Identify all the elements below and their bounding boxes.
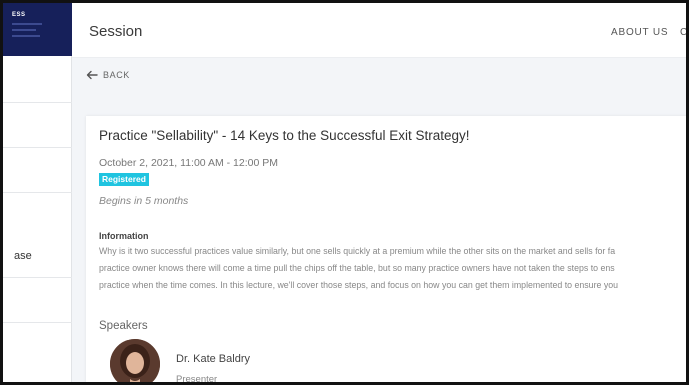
brand-logo[interactable]: ESS — [3, 3, 72, 56]
logo-line — [12, 29, 36, 31]
sidebar-item[interactable] — [3, 279, 72, 323]
sidebar-item[interactable] — [3, 59, 72, 103]
sidebar-item[interactable] — [3, 104, 72, 148]
back-link[interactable]: BACK — [86, 70, 130, 80]
session-card: Practice "Sellability" - 14 Keys to the … — [86, 116, 686, 385]
sidebar-item-label: ase — [14, 249, 32, 262]
sidebar-item[interactable]: ase — [3, 234, 72, 278]
nav-about-us[interactable]: ABOUT US — [611, 27, 668, 38]
status-badge: Registered — [99, 173, 149, 186]
sidebar: ESS ase — [3, 3, 72, 382]
main-content: BACK Practice "Sellability" - 14 Keys to… — [72, 58, 686, 385]
person-photo-icon — [110, 339, 160, 382]
logo-line — [12, 23, 42, 25]
information-line: practice owner knows there will come a t… — [99, 263, 615, 273]
information-line: Why is it two successful practices value… — [99, 246, 616, 256]
back-label: BACK — [103, 70, 130, 80]
top-header: Session ABOUT US C — [72, 3, 686, 58]
begins-in-text: Begins in 5 months — [99, 195, 189, 207]
sidebar-item[interactable] — [3, 149, 72, 193]
event-title: Practice "Sellability" - 14 Keys to the … — [99, 128, 470, 143]
speakers-heading: Speakers — [99, 320, 148, 332]
information-line: practice when the time comes. In this le… — [99, 280, 619, 290]
nav-item-truncated[interactable]: C — [680, 27, 686, 38]
speaker-name[interactable]: Dr. Kate Baldry — [176, 353, 250, 365]
logo-line — [12, 35, 40, 37]
arrow-left-icon — [86, 70, 98, 80]
event-date: October 2, 2021, 11:00 AM - 12:00 PM — [99, 157, 278, 169]
logo-text: ESS — [12, 12, 26, 18]
speaker-avatar[interactable] — [110, 339, 160, 382]
information-heading: Information — [99, 231, 149, 241]
speaker-role: Presenter — [176, 374, 218, 385]
page-title: Session — [89, 23, 143, 40]
app-window: ESS ase Session ABOUT US C BACK Practice… — [0, 0, 689, 385]
